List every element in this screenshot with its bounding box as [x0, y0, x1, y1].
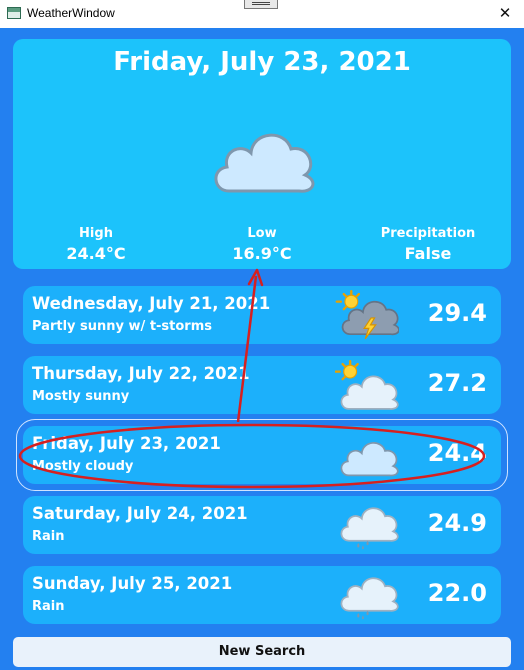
mostly-sunny-icon [335, 360, 399, 410]
rain-cloud-icon [340, 507, 399, 550]
high-label: High [79, 226, 113, 241]
current-date: Friday, July 23, 2021 [113, 47, 411, 77]
partly-sunny-thunderstorm-icon [335, 290, 399, 340]
forecast-day-thursday[interactable]: Thursday, July 22, 2021 Mostly sunny 27.… [23, 356, 501, 414]
app-window-icon [7, 7, 21, 19]
forecast-day-wednesday[interactable]: Wednesday, July 21, 2021 Partly sunny w/… [23, 286, 501, 344]
forecast-date: Saturday, July 24, 2021 [32, 504, 248, 523]
precipitation: Precipitation False [353, 226, 503, 263]
close-button[interactable]: ✕ [494, 2, 516, 24]
cloud-icon [214, 133, 315, 193]
forecast-temperature: 27.2 [427, 369, 487, 397]
forecast-day-saturday[interactable]: Saturday, July 24, 2021 Rain 24.9 [23, 496, 501, 554]
low-value: 16.9°C [232, 244, 292, 263]
forecast-temperature: 24.4 [427, 439, 487, 467]
forecast-date: Thursday, July 22, 2021 [32, 364, 250, 383]
forecast-day-sunday[interactable]: Sunday, July 25, 2021 Rain 22.0 [23, 566, 501, 624]
window-content: Friday, July 23, 2021 High 24.4°C Low 16… [0, 28, 524, 670]
forecast-description: Rain [32, 599, 65, 614]
forecast-description: Mostly cloudy [32, 459, 134, 474]
precipitation-label: Precipitation [380, 226, 476, 241]
forecast-description: Rain [32, 529, 65, 544]
cloud-icon [340, 442, 399, 477]
current-weather-panel: Friday, July 23, 2021 High 24.4°C Low 16… [13, 39, 511, 269]
new-search-button[interactable]: New Search [13, 637, 511, 667]
forecast-temperature: 29.4 [427, 299, 487, 327]
forecast-temperature: 24.9 [427, 509, 487, 537]
forecast-description: Mostly sunny [32, 389, 130, 404]
forecast-date: Sunday, July 25, 2021 [32, 574, 233, 593]
window-title: WeatherWindow [27, 6, 115, 20]
low-label: Low [247, 226, 277, 241]
precipitation-value: False [404, 244, 452, 263]
forecast-description: Partly sunny w/ t-storms [32, 319, 213, 334]
forecast-date: Friday, July 23, 2021 [32, 434, 221, 453]
high-value: 24.4°C [66, 244, 126, 263]
forecast-date: Wednesday, July 21, 2021 [32, 294, 271, 313]
forecast-temperature: 22.0 [427, 579, 487, 607]
forecast-day-friday[interactable]: Friday, July 23, 2021 Mostly cloudy 24.4 [16, 419, 508, 491]
title-bar: WeatherWindow ✕ [0, 0, 524, 28]
drag-handle[interactable] [244, 0, 278, 9]
low-temperature: Low 16.9°C [187, 226, 337, 263]
high-temperature: High 24.4°C [21, 226, 171, 263]
rain-cloud-icon [340, 577, 399, 620]
